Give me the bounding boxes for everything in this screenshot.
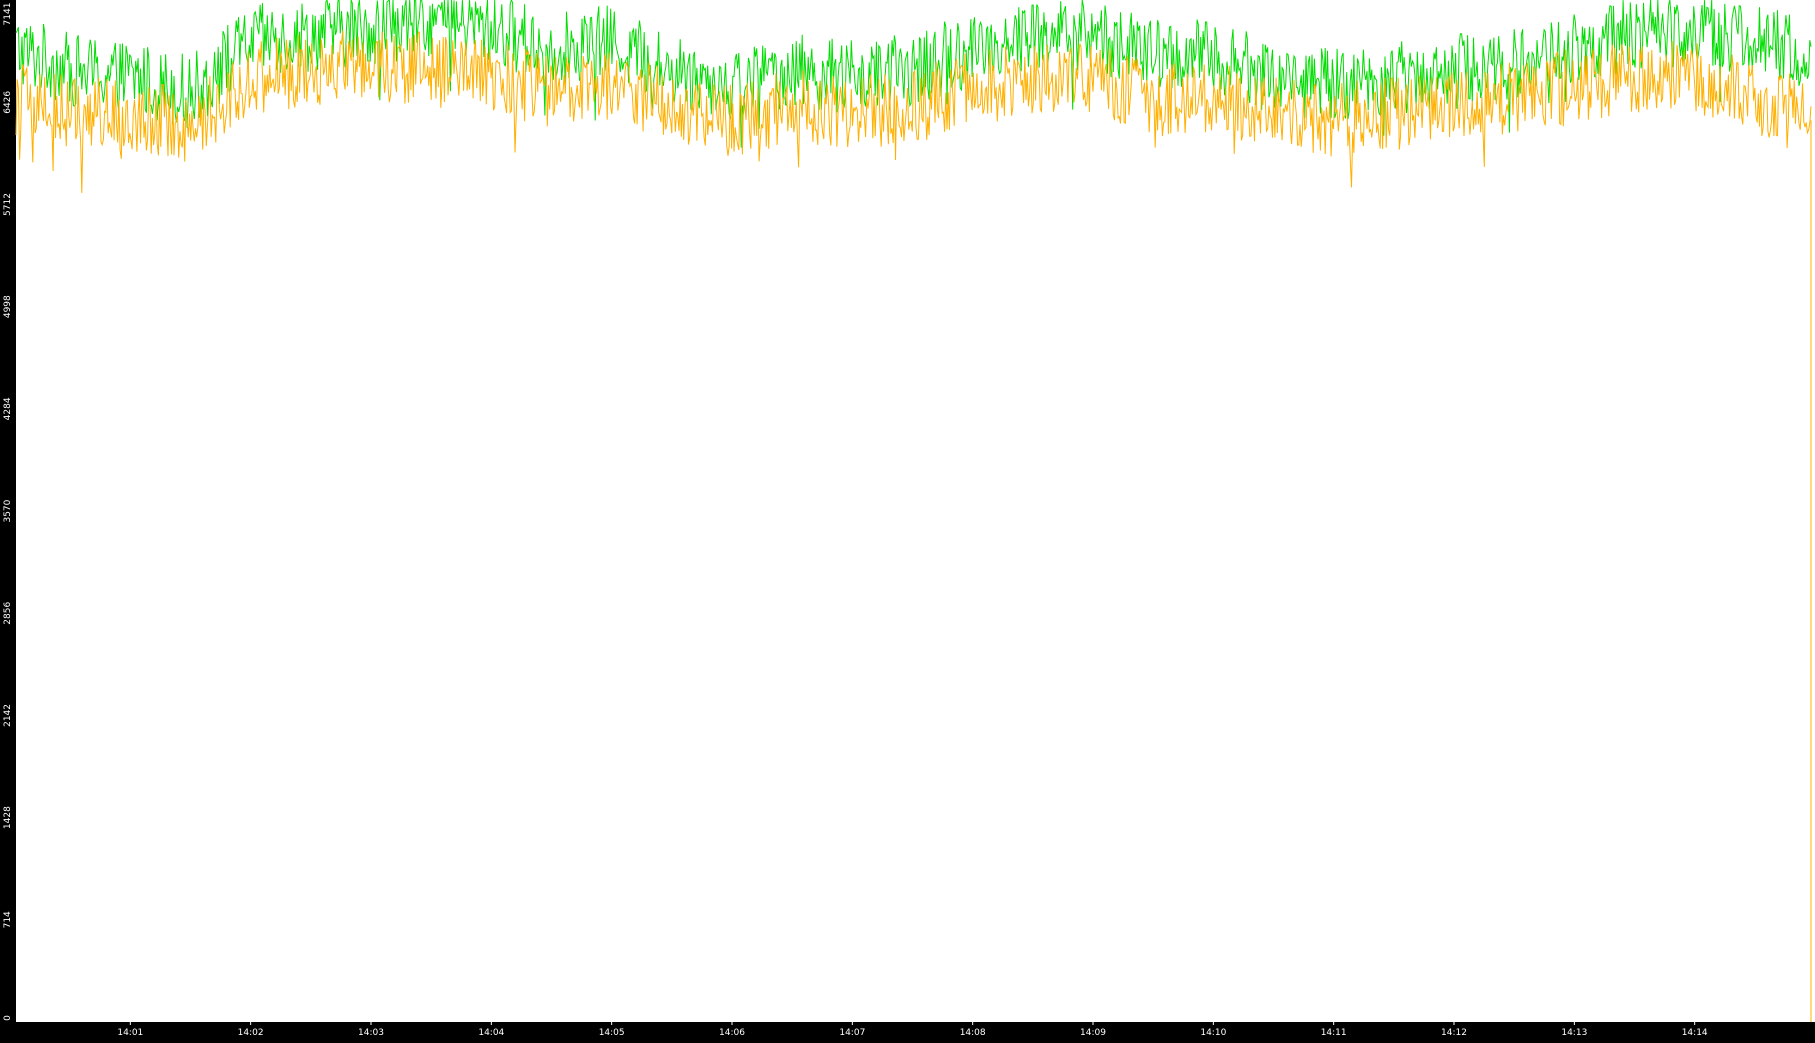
x-tick-label: 14:06 bbox=[719, 1028, 745, 1038]
x-tick-label: 14:11 bbox=[1321, 1028, 1347, 1038]
x-tick-label: 14:12 bbox=[1441, 1028, 1467, 1038]
y-tick-label: 3570 bbox=[3, 499, 13, 522]
y-tick-label: 2142 bbox=[3, 704, 13, 727]
x-tick-label: 14:08 bbox=[960, 1028, 986, 1038]
y-tick-label: 1428 bbox=[3, 806, 13, 829]
y-tick-label: 714 bbox=[3, 911, 13, 928]
x-tick-label: 14:07 bbox=[839, 1028, 865, 1038]
y-tick-label: 4998 bbox=[3, 295, 13, 318]
y-tick-label: 7141 bbox=[3, 3, 13, 26]
y-tick-label: 0 bbox=[3, 1015, 13, 1021]
y-tick-label: 5712 bbox=[3, 193, 13, 216]
x-tick-label: 14:01 bbox=[117, 1028, 143, 1038]
x-tick-label: 14:02 bbox=[238, 1028, 264, 1038]
x-tick-label: 14:05 bbox=[599, 1028, 625, 1038]
chart: 0 714 1428 2142 2856 3570 4284 4998 5712 6426 7141… bbox=[0, 0, 1815, 1039]
y-tick-label: 6426 bbox=[3, 91, 13, 114]
x-tick-label: 14:04 bbox=[478, 1028, 504, 1038]
y-tick-label: 4284 bbox=[3, 397, 13, 420]
x-tick-label: 14:13 bbox=[1561, 1028, 1587, 1038]
x-tick-label: 14:14 bbox=[1682, 1028, 1708, 1038]
y-tick-label: 2856 bbox=[3, 602, 13, 625]
plot-area bbox=[16, 0, 1815, 1022]
x-tick-label: 14:10 bbox=[1200, 1028, 1226, 1038]
x-tick-label: 14:09 bbox=[1080, 1028, 1106, 1038]
line-chart: 0 714 1428 2142 2856 3570 4284 4998 5712 6426 7141… bbox=[0, 0, 1815, 1039]
x-tick-label: 14:03 bbox=[358, 1028, 384, 1038]
